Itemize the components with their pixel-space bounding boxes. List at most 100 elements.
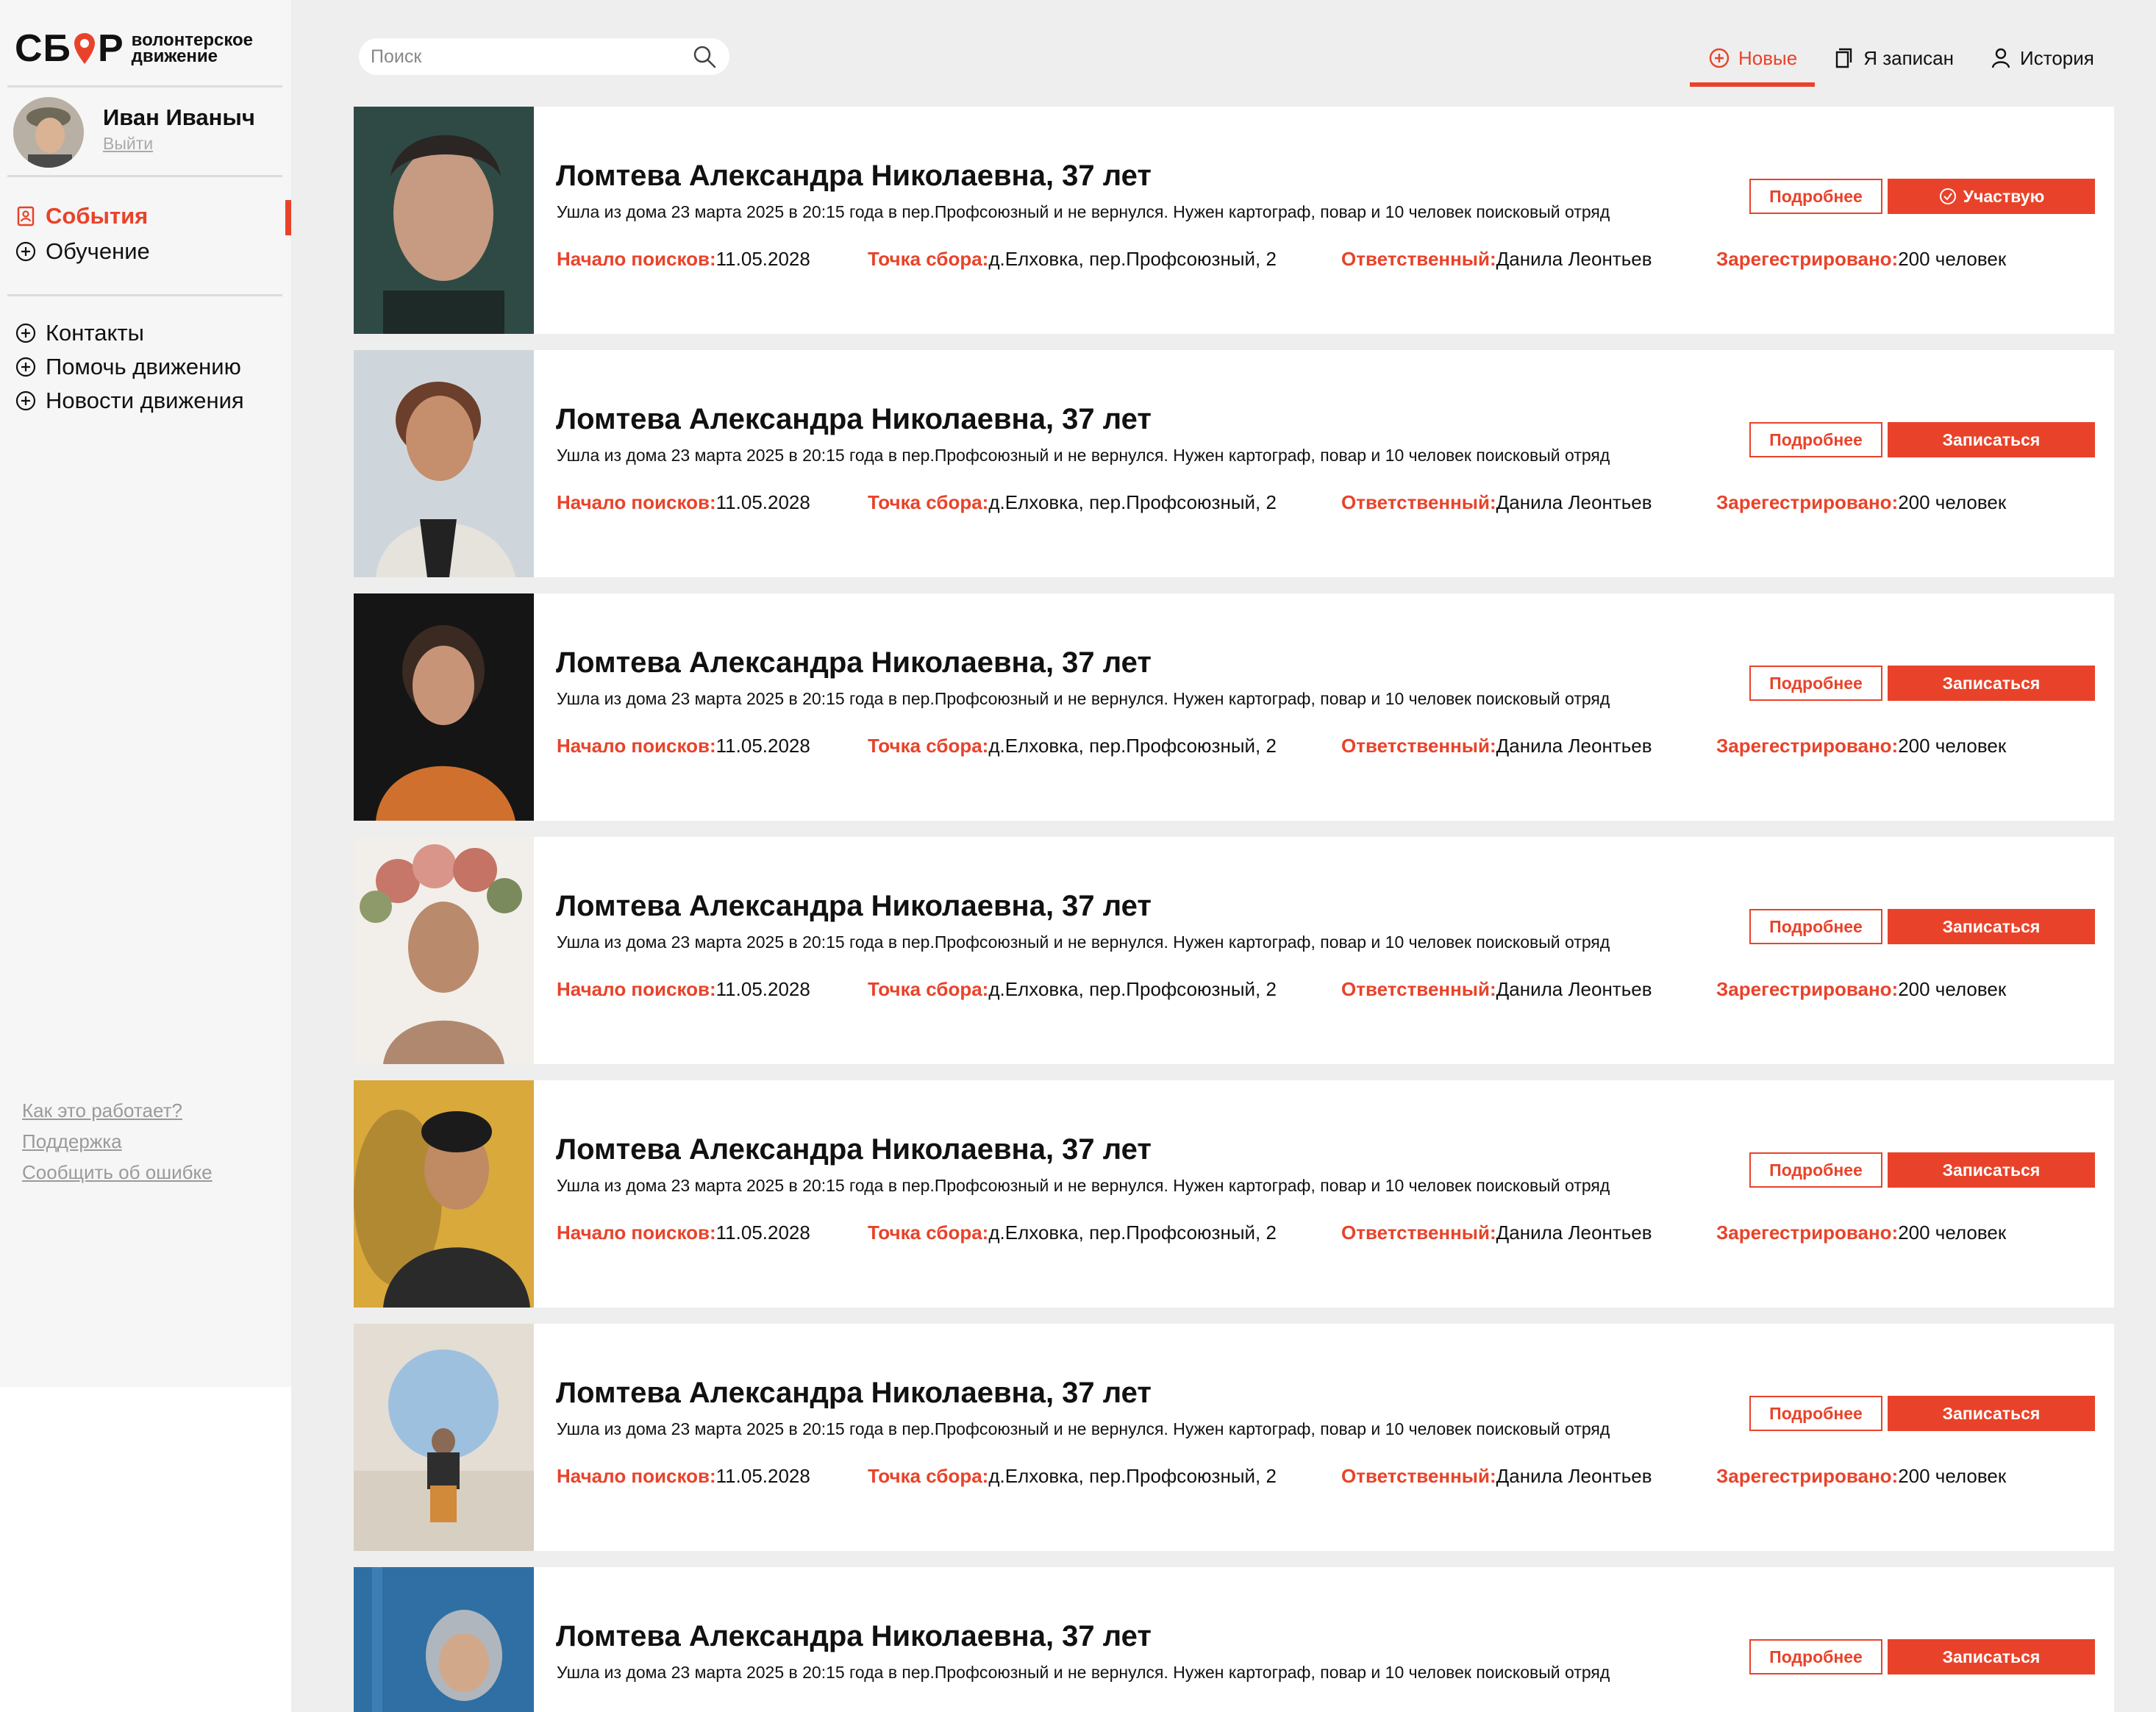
active-indicator: [285, 200, 291, 235]
meta-start: Начало поисков:11.05.2028: [557, 1465, 810, 1488]
nav-label: Контакты: [46, 320, 144, 346]
meta-label: Точка сбора:: [868, 1465, 989, 1487]
meta-label: Зарегестрировано:: [1716, 491, 1899, 513]
meta-start: Начало поисков:11.05.2028: [557, 735, 810, 757]
meta-value: 11.05.2028: [715, 1221, 810, 1244]
nav-item-contacts[interactable]: Контакты: [15, 316, 244, 350]
card-title: Ломтева Александра Николаевна, 37 лет: [556, 1133, 1152, 1166]
card-title: Ломтева Александра Николаевна, 37 лет: [556, 1620, 1152, 1652]
logout-link[interactable]: Выйти: [103, 134, 153, 154]
sidebar-bottom-area: [0, 1387, 291, 1712]
nav-item-events[interactable]: События: [15, 199, 150, 234]
tab-label: Новые: [1738, 46, 1798, 69]
nav-label: События: [46, 203, 149, 229]
register-button[interactable]: Записаться: [1888, 909, 2095, 944]
nav-item-training[interactable]: Обучение: [15, 234, 150, 269]
tab-registered[interactable]: Я записан: [1815, 37, 1971, 79]
meta-point: Точка сбора:д.Елховка, пер.Профсоюзный, …: [868, 491, 1277, 514]
main-nav: События Обучение: [15, 199, 150, 269]
meta-label: Начало поисков:: [557, 1221, 716, 1244]
details-button[interactable]: Подробнее: [1749, 1396, 1882, 1431]
logo-subtitle: волонтерское движение: [132, 32, 253, 65]
logo-wordmark: СБ Р: [15, 29, 124, 68]
person-photo: [354, 1080, 534, 1308]
meta-value: 11.05.2028: [715, 978, 810, 1000]
meta-label: Точка сбора:: [868, 978, 989, 1000]
avatar-image: [13, 97, 84, 168]
meta-value: д.Елховка, пер.Профсоюзный, 2: [988, 978, 1277, 1000]
meta-value: 200 человек: [1898, 978, 2007, 1000]
details-button[interactable]: Подробнее: [1749, 1639, 1882, 1674]
meta-label: Ответственный:: [1341, 978, 1496, 1000]
plus-circle-icon: [15, 240, 37, 263]
tab-new[interactable]: Новые: [1690, 37, 1816, 87]
details-button[interactable]: Подробнее: [1749, 422, 1882, 457]
support-link[interactable]: Поддержка: [22, 1128, 213, 1159]
register-button[interactable]: Записаться: [1888, 666, 2095, 701]
divider: [7, 175, 282, 177]
person-photo: [354, 1324, 534, 1551]
register-button[interactable]: Записаться: [1888, 422, 2095, 457]
footer-links: Как это работает? Поддержка Сообщить об …: [22, 1097, 213, 1190]
nav-item-news[interactable]: Новости движения: [15, 384, 244, 418]
meta-label: Ответственный:: [1341, 491, 1496, 513]
details-button[interactable]: Подробнее: [1749, 909, 1882, 944]
logo[interactable]: СБ Р волонтерское движение: [15, 29, 253, 68]
register-button[interactable]: Записаться: [1888, 1396, 2095, 1431]
search-input[interactable]: [371, 46, 691, 68]
meta-point: Точка сбора:д.Елховка, пер.Профсоюзный, …: [868, 978, 1277, 1001]
report-bug-link[interactable]: Сообщить об ошибке: [22, 1159, 213, 1190]
meta-value: 200 человек: [1898, 248, 2007, 270]
nav-label: Обучение: [46, 238, 150, 264]
card-title: Ломтева Александра Николаевна, 37 лет: [556, 646, 1152, 679]
meta-label: Начало поисков:: [557, 491, 716, 513]
secondary-nav: Контакты Помочь движению Новости движени…: [15, 316, 244, 418]
plus-circle-icon: [15, 390, 37, 412]
meta-registered: Зарегестрировано:200 человек: [1716, 978, 2006, 1001]
logo-subtitle-line-2: движение: [131, 46, 218, 66]
register-button[interactable]: Записаться: [1888, 1639, 2095, 1674]
card-title: Ломтева Александра Николаевна, 37 лет: [556, 403, 1152, 435]
details-button[interactable]: Подробнее: [1749, 179, 1882, 214]
nav-item-help-movement[interactable]: Помочь движению: [15, 350, 244, 384]
meta-value: 11.05.2028: [715, 491, 810, 513]
logo-text-right: Р: [97, 27, 124, 70]
sidebar: СБ Р волонтерское движение Иван Иваныч В…: [0, 0, 291, 1387]
meta-point: Точка сбора:д.Елховка, пер.Профсоюзный, …: [868, 1465, 1277, 1488]
register-button[interactable]: Записаться: [1888, 1152, 2095, 1188]
meta-point: Точка сбора:д.Елховка, пер.Профсоюзный, …: [868, 248, 1277, 271]
details-button[interactable]: Подробнее: [1749, 666, 1882, 701]
event-card: Ломтева Александра Николаевна, 37 лет Уш…: [354, 1324, 2114, 1551]
details-button[interactable]: Подробнее: [1749, 1152, 1882, 1188]
avatar[interactable]: [13, 97, 84, 168]
map-pin-icon: [74, 33, 95, 64]
tab-label: История: [2020, 46, 2094, 69]
meta-label: Зарегестрировано:: [1716, 978, 1899, 1000]
how-it-works-link[interactable]: Как это работает?: [22, 1097, 213, 1128]
meta-value: д.Елховка, пер.Профсоюзный, 2: [988, 1221, 1277, 1244]
event-card: Ломтева Александра Николаевна, 37 лет Уш…: [354, 107, 2114, 334]
meta-value: д.Елховка, пер.Профсоюзный, 2: [988, 248, 1277, 270]
event-card: Ломтева Александра Николаевна, 37 лет Уш…: [354, 593, 2114, 821]
card-description: Ушла из дома 23 марта 2025 в 20:15 года …: [557, 1419, 1610, 1438]
meta-value: 200 человек: [1898, 735, 2007, 757]
meta-responsible: Ответственный:Данила Леонтьев: [1341, 1221, 1652, 1244]
tab-history[interactable]: История: [1971, 37, 2112, 79]
meta-value: Данила Леонтьев: [1496, 735, 1652, 757]
meta-responsible: Ответственный:Данила Леонтьев: [1341, 978, 1652, 1001]
participating-button[interactable]: Участвую: [1888, 179, 2095, 214]
meta-label: Ответственный:: [1341, 248, 1496, 270]
button-label: Участвую: [1963, 186, 2045, 206]
meta-registered: Зарегестрировано:200 человек: [1716, 1465, 2006, 1488]
person-photo: [354, 837, 534, 1064]
meta-registered: Зарегестрировано:200 человек: [1716, 735, 2006, 757]
meta-value: Данила Леонтьев: [1496, 248, 1652, 270]
meta-label: Зарегестрировано:: [1716, 248, 1899, 270]
plus-circle-icon: [15, 356, 37, 378]
search-icon[interactable]: [691, 43, 718, 70]
event-card: Ломтева Александра Николаевна, 37 лет Уш…: [354, 1080, 2114, 1308]
person-photo: [354, 593, 534, 821]
person-photo: [354, 107, 534, 334]
person-photo: [354, 350, 534, 577]
card-title: Ломтева Александра Николаевна, 37 лет: [556, 160, 1152, 192]
